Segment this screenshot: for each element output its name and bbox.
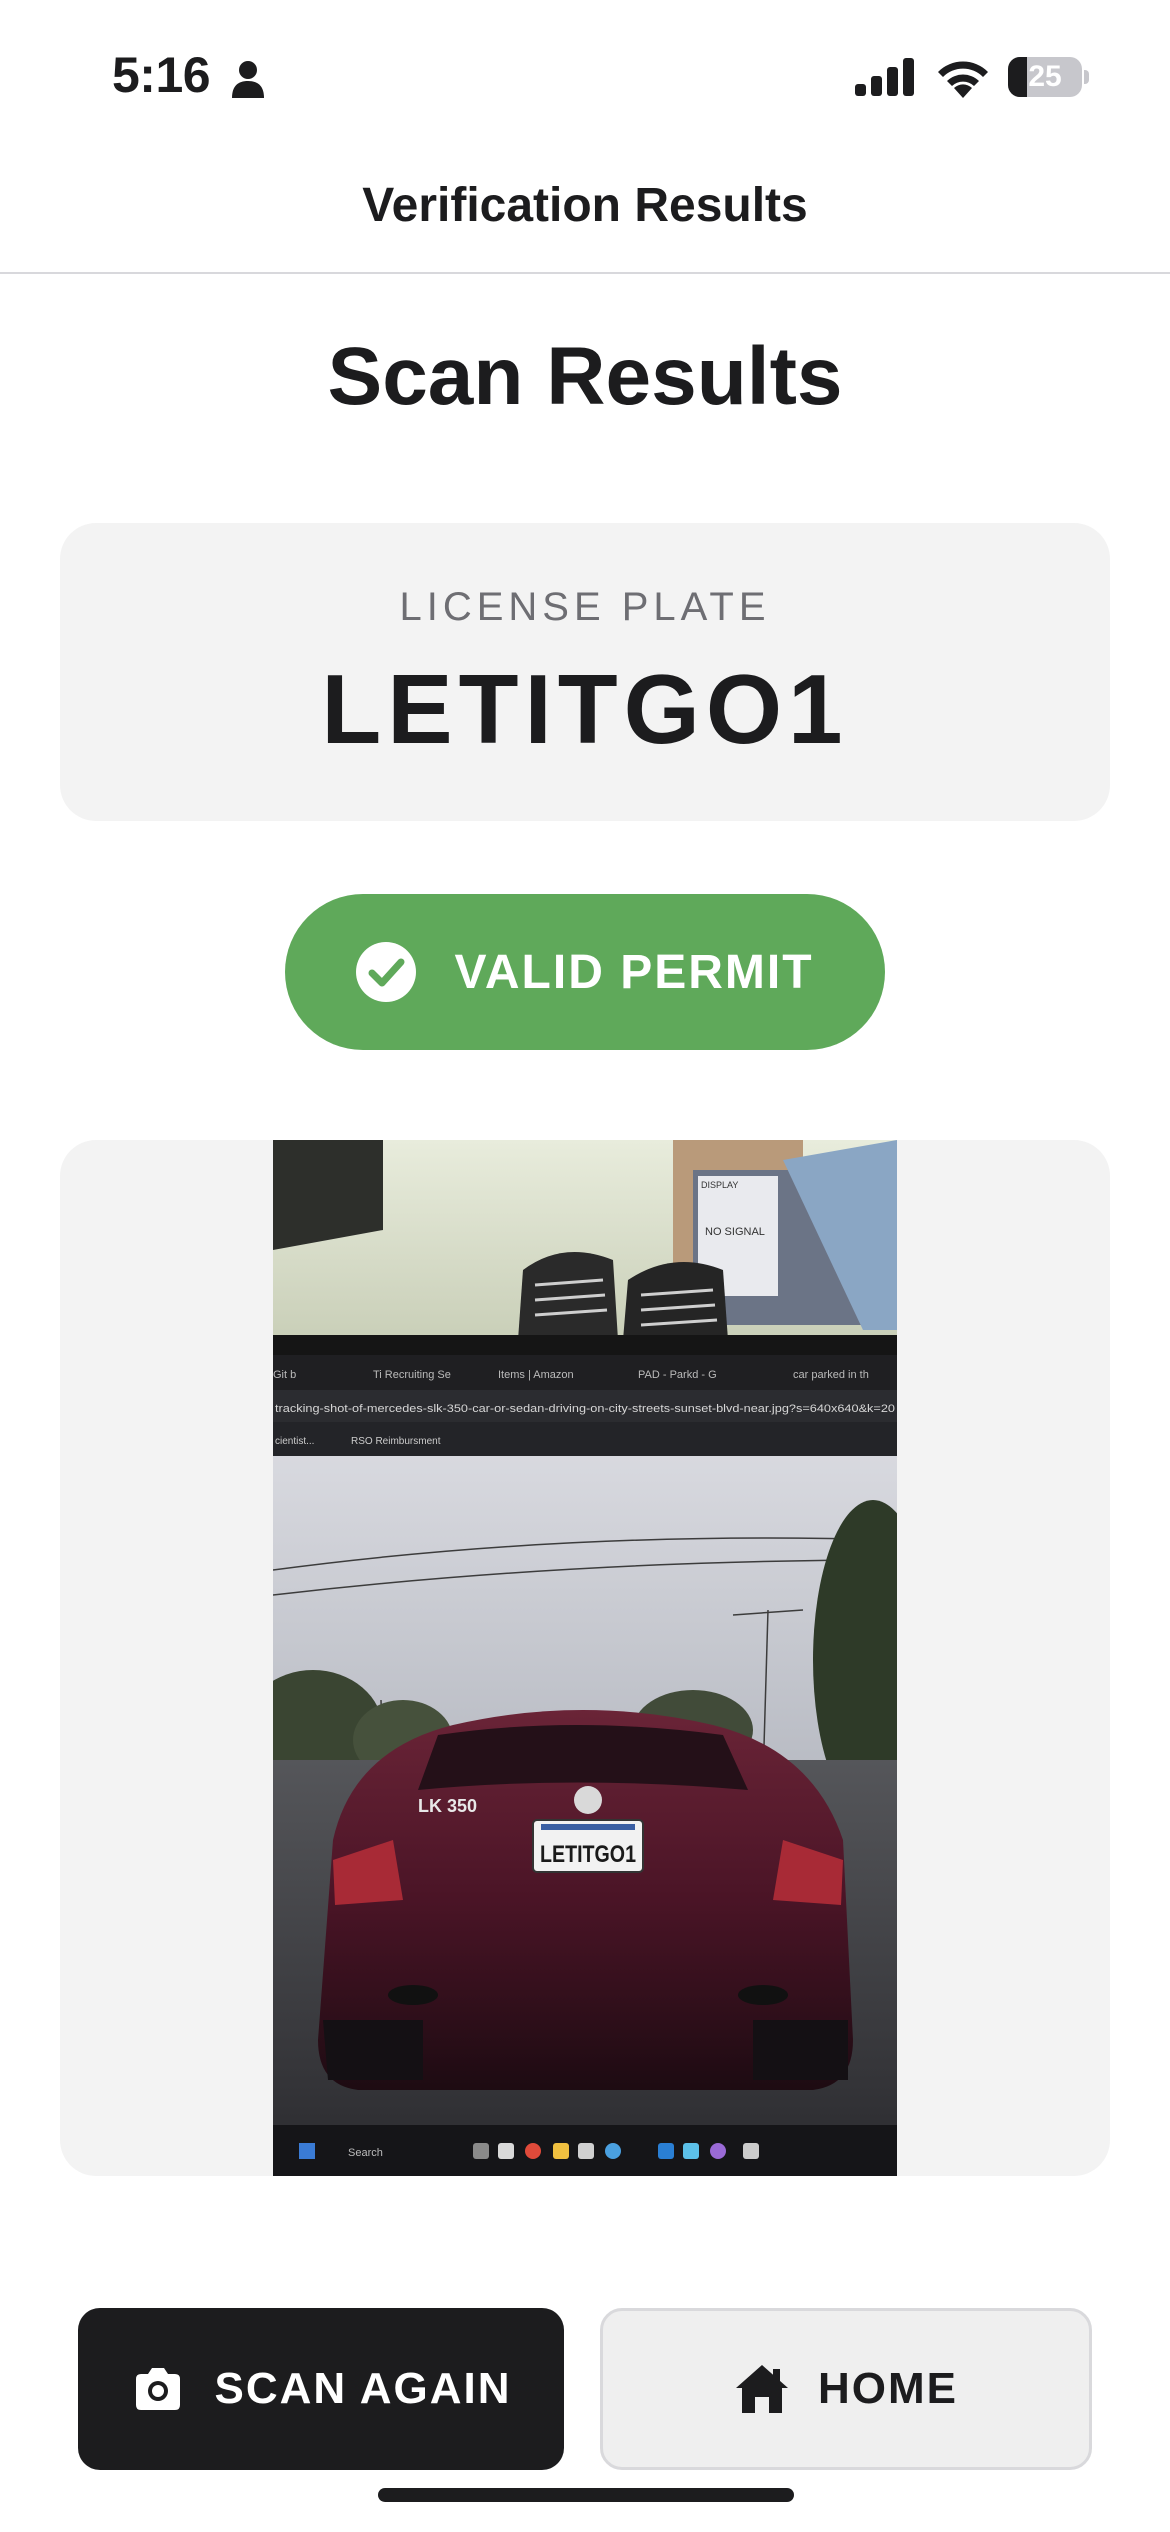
wifi-icon xyxy=(938,61,988,98)
browser-url-text: tracking-shot-of-mercedes-slk-350-car-or… xyxy=(275,1403,895,1415)
home-label: HOME xyxy=(818,2364,958,2413)
home-button[interactable]: HOME xyxy=(600,2308,1092,2470)
nav-title: Verification Results xyxy=(362,179,808,232)
browser-tab-4: PAD - Parkd - G xyxy=(638,1369,717,1381)
page-title: Scan Results xyxy=(327,331,843,422)
nav-header: Verification Results xyxy=(0,150,1170,274)
bookmark-text: RSO Reimbursment xyxy=(351,1436,441,1447)
bookmark-prefix-text: cientist... xyxy=(275,1436,314,1447)
car-model-badge: LK 350 xyxy=(418,1796,477,1816)
license-plate-label: LICENSE PLATE xyxy=(399,585,771,629)
taskbar-search-text: Search xyxy=(348,2147,383,2159)
person-icon xyxy=(232,61,264,98)
tv-display-label: DISPLAY xyxy=(701,1180,738,1190)
home-icon xyxy=(736,2365,788,2413)
screen: 5:16 25 Verification Results Scan Result… xyxy=(0,0,1170,2532)
browser-tab-2: Ti Recruiting Se xyxy=(373,1369,451,1381)
license-plate-card: LICENSE PLATE LETITGO1 xyxy=(60,523,1110,821)
home-indicator[interactable] xyxy=(378,2488,794,2502)
status-time: 5:16 xyxy=(112,47,211,103)
license-plate-number: LETITGO1 xyxy=(321,654,849,764)
car-license-plate-text: LETITGO1 xyxy=(540,1841,636,1868)
camera-icon xyxy=(136,2368,181,2410)
scan-photo-image: NO SIGNAL DISPLAY Git b Ti Recruiting Se… xyxy=(273,1140,897,2176)
permit-status-text: VALID PERMIT xyxy=(454,945,814,999)
status-bar: 5:16 25 xyxy=(0,0,1170,150)
battery-icon: 25 xyxy=(1008,57,1089,97)
scan-again-label: SCAN AGAIN xyxy=(214,2364,512,2413)
cellular-signal-icon xyxy=(855,58,914,96)
checkmark-circle-icon xyxy=(356,942,417,1002)
tv-no-signal-text: NO SIGNAL xyxy=(705,1226,765,1238)
browser-tab-5: car parked in th xyxy=(793,1369,869,1381)
permit-status-badge: VALID PERMIT xyxy=(285,894,885,1050)
browser-tab-1: Git b xyxy=(273,1369,296,1381)
battery-level: 25 xyxy=(1028,60,1062,93)
scan-photo: NO SIGNAL DISPLAY Git b Ti Recruiting Se… xyxy=(273,1140,897,2176)
scan-photo-card: NO SIGNAL DISPLAY Git b Ti Recruiting Se… xyxy=(60,1140,1110,2176)
scan-again-button[interactable]: SCAN AGAIN xyxy=(78,2308,564,2470)
browser-tab-3: Items | Amazon xyxy=(498,1369,574,1381)
